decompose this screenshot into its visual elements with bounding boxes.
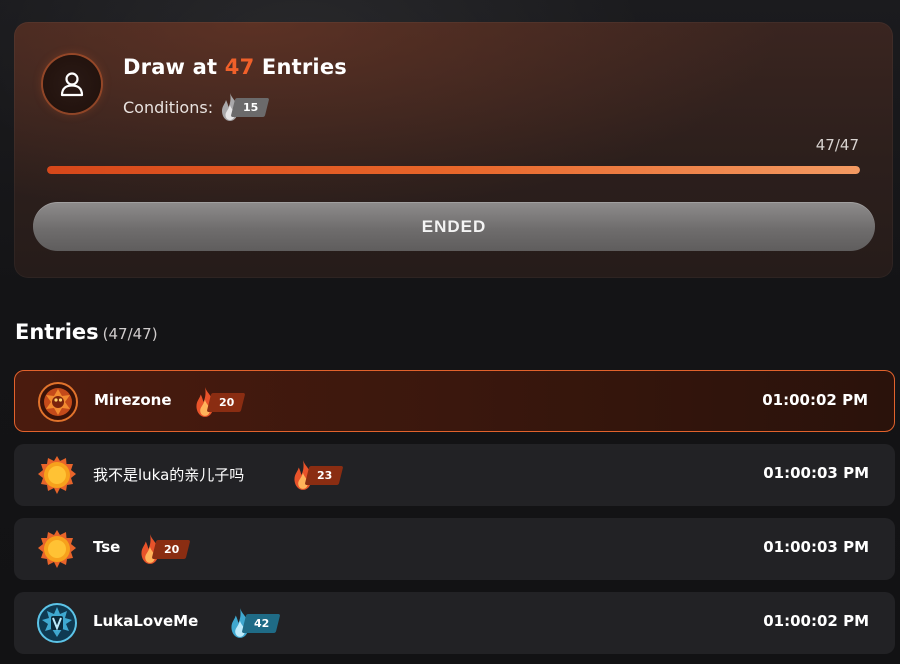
level-value: 20 (219, 395, 235, 409)
draw-title-prefix: Draw at (123, 55, 225, 79)
level-value: 42 (254, 616, 270, 630)
entry-name: Mirezone (94, 391, 172, 409)
draw-avatar (43, 55, 101, 113)
entry-time: 01:00:02 PM (763, 612, 869, 630)
entry-time: 01:00:03 PM (763, 464, 869, 482)
entry-row[interactable]: LukaLoveMe 42 01:00:02 PM (14, 592, 895, 654)
level-tag: 42 (241, 613, 281, 633)
ended-button[interactable]: ENDED (33, 202, 875, 251)
draw-entry-target: 47 (224, 55, 255, 79)
page: Draw at 47 Entries Conditions: 15 47/47 … (0, 0, 900, 664)
entries-count: (47/47) (102, 325, 158, 343)
entry-time: 01:00:03 PM (763, 538, 869, 556)
entries-heading: Entries (47/47) (15, 320, 158, 344)
entry-row[interactable]: Tse 20 01:00:03 PM (14, 518, 895, 580)
level-badge: 20 (193, 385, 246, 419)
user-icon (60, 72, 84, 97)
level-tag: 20 (206, 392, 246, 412)
draw-title-suffix: Entries (254, 55, 347, 79)
conditions-level-value: 15 (243, 100, 259, 114)
entry-row[interactable]: Mirezone 20 01:00:02 PM (14, 370, 895, 432)
blue-crest-avatar (36, 602, 78, 644)
level-badge: 23 (291, 458, 344, 492)
sun-avatar (36, 528, 78, 570)
entry-name: LukaLoveMe (93, 612, 199, 630)
draw-card: Draw at 47 Entries Conditions: 15 47/47 … (14, 22, 893, 278)
progress-count: 47/47 (815, 136, 859, 154)
level-value: 23 (317, 468, 333, 482)
progress-fill (47, 166, 860, 174)
sun-avatar (36, 454, 78, 496)
conditions-level-badge: 15 (219, 92, 270, 122)
level-value: 20 (164, 542, 180, 556)
entry-time: 01:00:02 PM (762, 391, 868, 409)
progress-bar (47, 166, 860, 174)
level-badge: 20 (138, 532, 191, 566)
level-tag: 20 (151, 539, 191, 559)
entry-name: Tse (93, 538, 121, 556)
draw-title: Draw at 47 Entries (123, 55, 347, 79)
conditions: Conditions: 15 (123, 92, 270, 122)
entries-heading-label: Entries (15, 320, 99, 344)
level-badge: 42 (228, 606, 281, 640)
fire-dragon-avatar (37, 381, 79, 423)
entry-row[interactable]: 我不是luka的亲儿子吗 23 01:00:03 PM (14, 444, 895, 506)
entry-name: 我不是luka的亲儿子吗 (93, 466, 245, 484)
conditions-level-tag: 15 (230, 97, 270, 117)
conditions-label: Conditions: (123, 97, 214, 117)
level-tag: 23 (304, 465, 344, 485)
